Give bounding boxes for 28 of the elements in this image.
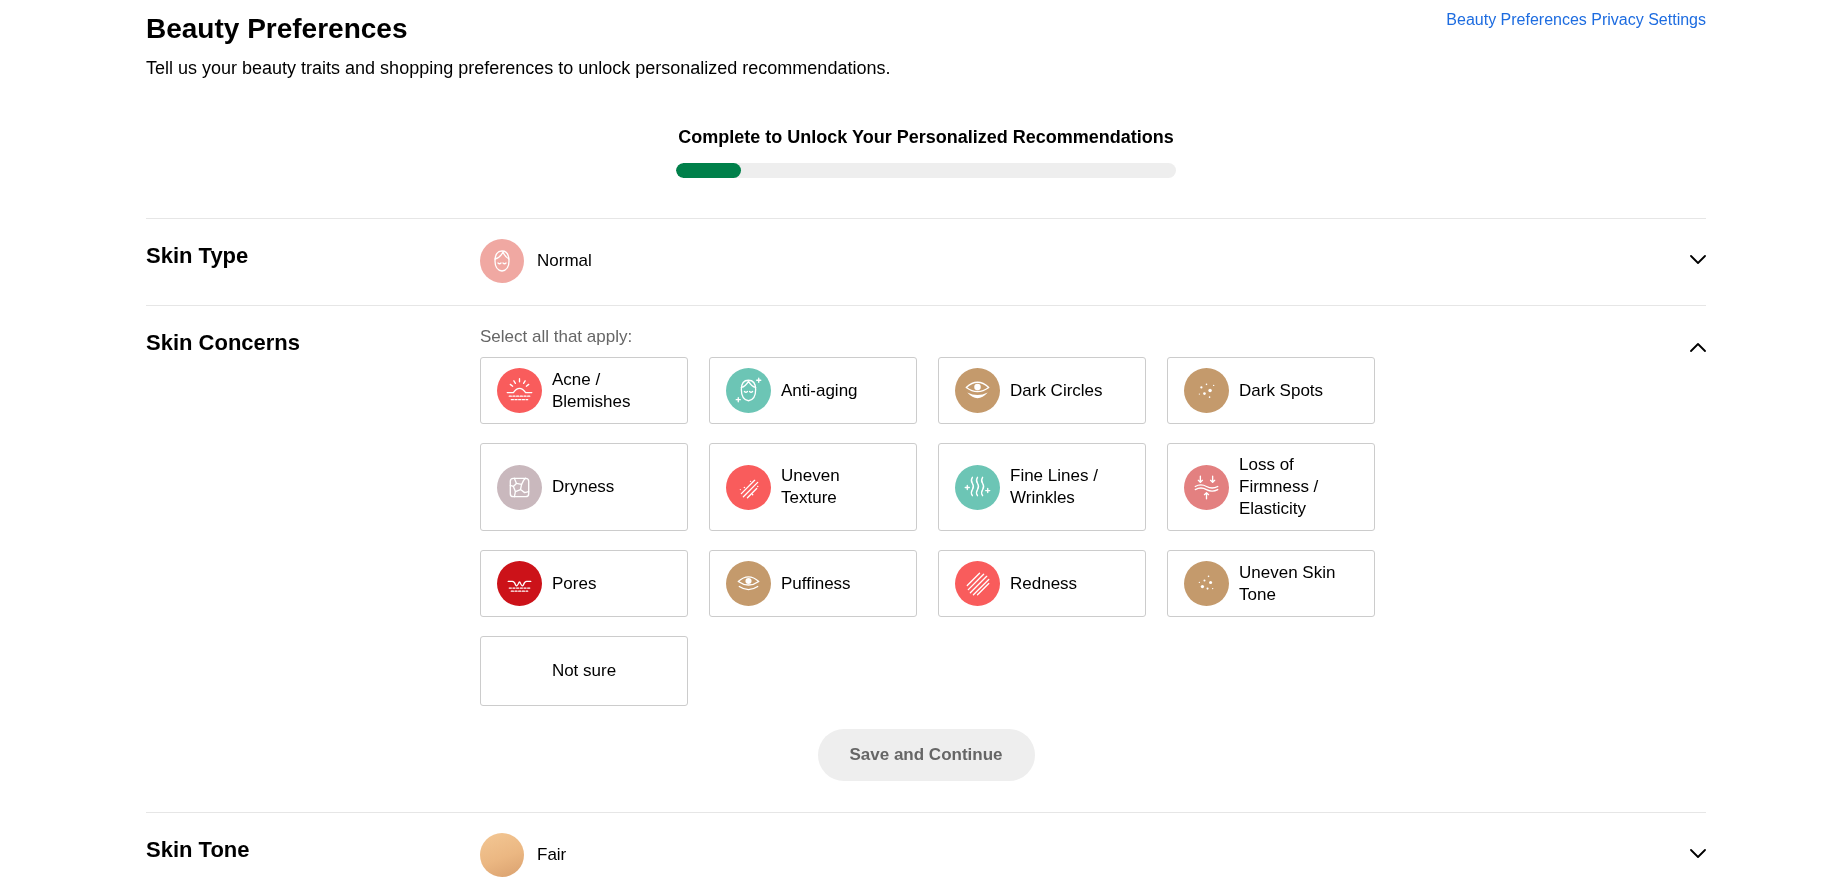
concern-option[interactable]: Loss of Firmness / Elasticity xyxy=(1167,443,1375,531)
progress-title: Complete to Unlock Your Personalized Recommendations xyxy=(678,126,1174,148)
section-title: Skin Concerns xyxy=(146,329,301,357)
page-title: Beauty Preferences xyxy=(146,12,409,46)
concern-option[interactable]: Anti-aging xyxy=(709,357,917,424)
concern-option[interactable]: Uneven Skin Tone xyxy=(1167,550,1375,617)
color-swatch-icon xyxy=(480,833,524,877)
face-icon xyxy=(480,239,524,283)
instruction-text: Select all that apply: xyxy=(480,326,633,348)
concern-option[interactable]: Fine Lines / Wrinkles xyxy=(938,443,1146,531)
page-subtitle: Tell us your beauty traits and shopping preferences to unlock personalized recommendations. xyxy=(146,57,891,79)
concern-option[interactable]: Dark Circles xyxy=(938,357,1146,424)
chevron-down-icon[interactable] xyxy=(1690,849,1706,859)
selected-value: Fair xyxy=(537,844,567,866)
section-title: Skin Tone xyxy=(146,836,250,864)
privacy-settings-link[interactable]: Beauty Preferences Privacy Settings xyxy=(1446,10,1706,30)
concern-option[interactable]: Dryness xyxy=(480,443,688,531)
concern-option[interactable]: Pores xyxy=(480,550,688,617)
selected-value: Normal xyxy=(537,250,592,272)
concern-option[interactable]: Not sure xyxy=(480,636,688,706)
concern-option[interactable]: Puffiness xyxy=(709,550,917,617)
concern-option[interactable]: Uneven Texture xyxy=(709,443,917,531)
concern-option[interactable]: Dark Spots xyxy=(1167,357,1375,424)
section-title: Skin Type xyxy=(146,242,249,270)
concern-option[interactable]: Redness xyxy=(938,550,1146,617)
chevron-down-icon[interactable] xyxy=(1690,255,1706,265)
chevron-up-icon[interactable] xyxy=(1690,342,1706,352)
concern-option[interactable]: Acne / Blemishes xyxy=(480,357,688,424)
